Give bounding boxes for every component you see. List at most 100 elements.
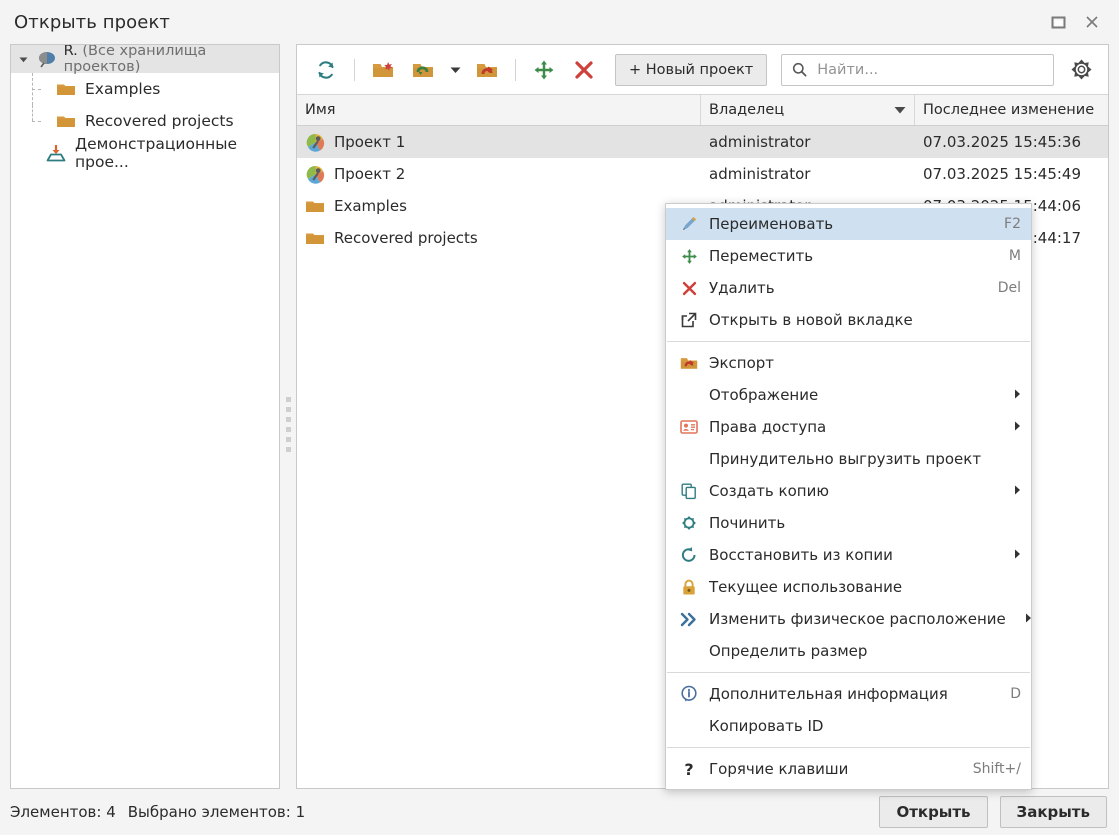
chevron-down-icon[interactable] <box>17 52 30 66</box>
menu-item-open-in-new-tab[interactable]: Открыть в новой вкладке <box>666 304 1031 336</box>
menu-item-accel: F2 <box>1004 216 1021 232</box>
question-mark-icon: ? <box>684 759 694 779</box>
folder-icon <box>305 196 325 216</box>
sidebar-item-demo-projects[interactable]: Демонстрационные прое... <box>11 135 279 171</box>
table-row[interactable]: Проект 2 administrator 07.03.2025 15:45:… <box>297 158 1108 190</box>
restore-icon[interactable] <box>1041 7 1075 37</box>
menu-item-change-physical-location[interactable]: Изменить физическое расположение <box>666 603 1031 635</box>
menu-separator <box>667 341 1030 342</box>
folder-icon <box>305 228 325 248</box>
row-name-label: Проект 2 <box>334 165 406 183</box>
search-box[interactable] <box>781 53 1054 86</box>
menu-item-move[interactable]: Переместить M <box>666 240 1031 272</box>
menu-item-label: Восстановить из копии <box>709 546 893 564</box>
chevron-down-icon[interactable] <box>444 53 466 87</box>
menu-item-additional-info[interactable]: Дополнительная информация D <box>666 678 1031 710</box>
menu-item-permissions[interactable]: Права доступа <box>666 411 1031 443</box>
column-header-owner[interactable]: Владелец <box>701 95 915 125</box>
refresh-icon[interactable] <box>307 53 345 87</box>
tree-item-root[interactable]: R. (Все хранилища проектов) <box>11 44 279 75</box>
menu-item-copy-id[interactable]: Копировать ID <box>666 710 1031 742</box>
row-name-label: Проект 1 <box>334 133 406 151</box>
table-row[interactable]: Проект 1 administrator 07.03.2025 15:45:… <box>297 126 1108 158</box>
menu-item-label: Права доступа <box>709 418 827 436</box>
demo-inbox-icon <box>45 143 67 163</box>
repository-tree[interactable]: R. (Все хранилища проектов) Examples Rec… <box>10 44 280 789</box>
menu-item-export[interactable]: Экспорт <box>666 347 1031 379</box>
column-label: Владелец <box>709 102 785 118</box>
sidebar-item-recovered-projects[interactable]: Recovered projects <box>11 105 279 137</box>
menu-item-label: Удалить <box>709 279 775 297</box>
context-menu[interactable]: Переименовать F2 Переместить M Удалить D… <box>665 203 1032 790</box>
permissions-card-icon <box>678 417 700 437</box>
close-button[interactable]: Закрыть <box>999 796 1107 828</box>
menu-item-determine-size[interactable]: Определить размер <box>666 635 1031 667</box>
menu-item-label: Изменить физическое расположение <box>709 610 1006 628</box>
sidebar-item-examples[interactable]: Examples <box>11 73 279 105</box>
cell-name: Проект 2 <box>297 164 701 184</box>
gear-icon[interactable] <box>1064 53 1098 87</box>
new-project-button[interactable]: + Новый проект <box>615 53 768 86</box>
column-label: Имя <box>305 102 336 118</box>
no-icon <box>678 716 700 736</box>
menu-item-label: Определить размер <box>709 642 868 660</box>
column-header-name[interactable]: Имя <box>297 95 701 125</box>
menu-item-label: Принудительно выгрузить проект <box>709 450 982 468</box>
tree-root-label: R. (Все хранилища проектов) <box>63 44 279 75</box>
menu-item-rename[interactable]: Переименовать F2 <box>666 208 1031 240</box>
pencil-icon <box>678 214 700 234</box>
no-icon <box>678 449 700 469</box>
search-icon <box>792 62 807 77</box>
tree-indent <box>21 105 47 137</box>
menu-separator <box>667 672 1030 673</box>
folder-new-icon[interactable] <box>364 53 402 87</box>
cell-modified: 07.03.2025 15:45:36 <box>923 133 1082 151</box>
row-name-label: Recovered projects <box>334 229 478 247</box>
menu-item-current-usage[interactable]: Текущее использование <box>666 571 1031 603</box>
delete-x-icon <box>678 278 700 298</box>
sidebar-item-label: Демонстрационные прое... <box>75 135 237 171</box>
sidebar-item-label: Examples <box>85 80 161 98</box>
folder-import-icon[interactable] <box>404 53 442 87</box>
menu-item-hotkeys[interactable]: ? Горячие клавиши Shift+/ <box>666 753 1031 785</box>
restore-icon <box>678 545 700 565</box>
menu-item-delete[interactable]: Удалить Del <box>666 272 1031 304</box>
menu-item-repair[interactable]: Починить <box>666 507 1031 539</box>
move-arrows-icon[interactable] <box>525 53 563 87</box>
repair-gear-icon <box>678 513 700 533</box>
column-label: Последнее изменение <box>923 102 1095 118</box>
tree-root-hint: (Все хранилища проектов) <box>63 44 207 75</box>
cell-modified: 07.03.2025 15:45:49 <box>923 165 1082 183</box>
storage-icon <box>36 49 57 69</box>
submenu-arrow-icon <box>1004 421 1021 434</box>
delete-x-icon[interactable] <box>565 53 603 87</box>
folder-export-icon[interactable] <box>468 53 506 87</box>
folder-icon <box>55 111 77 131</box>
row-name-label: Examples <box>334 197 407 215</box>
panel-splitter[interactable] <box>280 44 296 789</box>
splitter-grip[interactable] <box>286 397 291 452</box>
menu-item-label: Создать копию <box>709 482 829 500</box>
menu-item-label: Открыть в новой вкладке <box>709 311 913 329</box>
copy-icon <box>678 481 700 501</box>
open-new-tab-icon <box>678 310 700 330</box>
menu-item-force-unload-project[interactable]: Принудительно выгрузить проект <box>666 443 1031 475</box>
table-header: Имя Владелец Последнее изменение <box>297 95 1108 126</box>
double-chevron-right-icon <box>678 609 700 629</box>
page-title: Открыть проект <box>14 11 171 33</box>
column-header-modified[interactable]: Последнее изменение <box>915 95 1108 125</box>
submenu-arrow-icon <box>1004 549 1021 562</box>
search-input[interactable] <box>815 60 1043 79</box>
menu-item-create-copy[interactable]: Создать копию <box>666 475 1031 507</box>
info-icon <box>678 684 700 704</box>
menu-item-restore-from-copy[interactable]: Восстановить из копии <box>666 539 1031 571</box>
open-button[interactable]: Открыть <box>879 796 988 828</box>
close-icon[interactable] <box>1075 7 1109 37</box>
menu-item-label: Переименовать <box>709 215 834 233</box>
cell-owner: administrator <box>709 165 811 183</box>
items-count-label: Элементов: 4 <box>10 803 116 821</box>
menu-separator <box>667 747 1030 748</box>
cell-name: Examples <box>297 196 701 216</box>
toolbar: + Новый проект <box>297 45 1108 95</box>
menu-item-display[interactable]: Отображение <box>666 379 1031 411</box>
